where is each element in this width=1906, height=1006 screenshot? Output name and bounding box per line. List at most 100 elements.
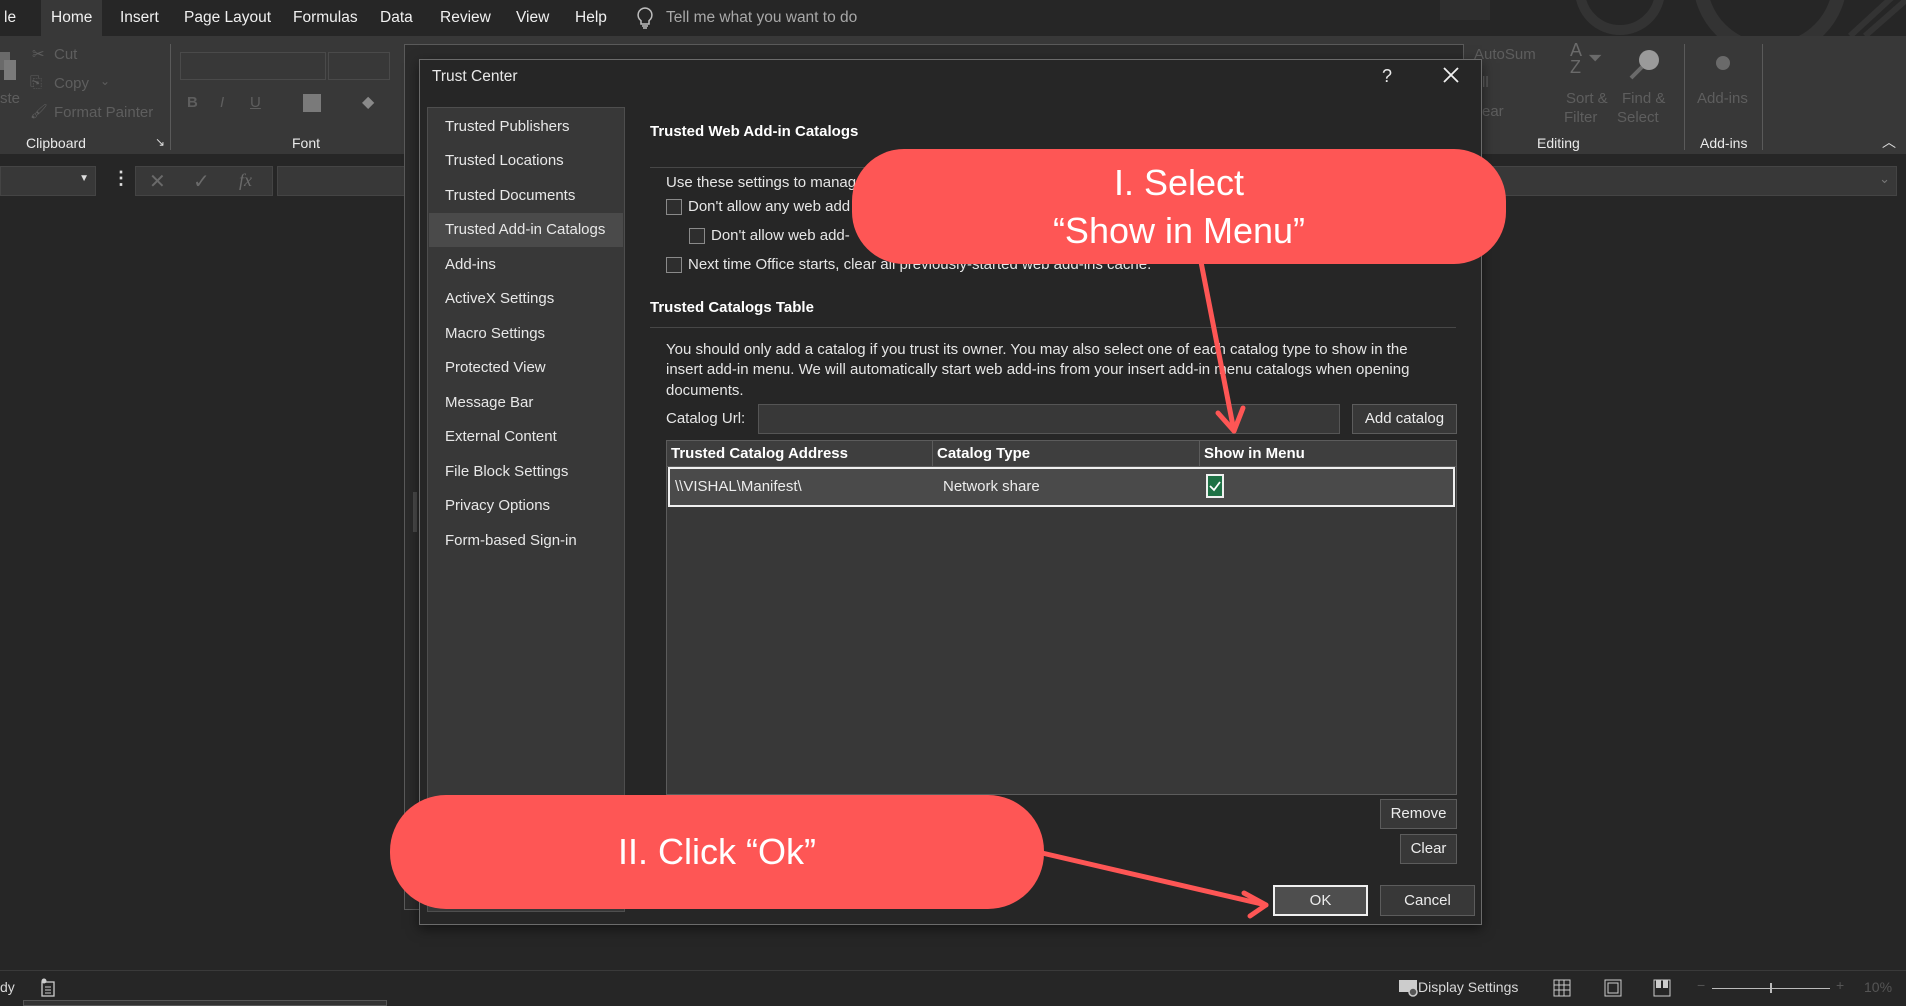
tab-page-layout[interactable]: Page Layout xyxy=(174,0,281,36)
zoom-slider-thumb[interactable] xyxy=(1770,983,1772,993)
column-header-show-in-menu[interactable]: Show in Menu xyxy=(1200,441,1456,467)
catalog-url-label: Catalog Url: xyxy=(666,410,746,427)
display-settings-icon[interactable] xyxy=(1398,979,1420,997)
callout1-line1: I. Select xyxy=(1113,161,1245,203)
bold-button[interactable]: B xyxy=(187,94,198,111)
show-in-menu-checkbox[interactable] xyxy=(1206,474,1224,498)
autosum-button[interactable]: AutoSum xyxy=(1474,46,1536,63)
copy-icon: ⎘ xyxy=(30,74,43,91)
borders-icon[interactable] xyxy=(303,94,321,112)
group-separator xyxy=(170,44,171,150)
cancel-button[interactable]: Cancel xyxy=(1380,885,1475,916)
sort-filter-label-1[interactable]: Sort & xyxy=(1566,90,1608,107)
sort-filter-label-2[interactable]: Filter xyxy=(1564,109,1597,126)
ok-button[interactable]: OK xyxy=(1273,885,1368,916)
collapse-ribbon-icon[interactable]: ︿ xyxy=(1882,132,1896,152)
nav-activex-settings[interactable]: ActiveX Settings xyxy=(429,282,623,316)
zoom-out-button[interactable]: − xyxy=(1697,977,1705,993)
remove-button[interactable]: Remove xyxy=(1380,799,1457,829)
italic-button[interactable]: I xyxy=(220,94,224,111)
accessibility-icon[interactable] xyxy=(40,978,56,998)
catalog-url-input[interactable] xyxy=(758,404,1340,434)
close-icon[interactable] xyxy=(1440,64,1462,86)
web-catalogs-title: Trusted Web Add-in Catalogs xyxy=(650,123,859,140)
font-group-label: Font xyxy=(292,135,321,151)
table-row[interactable]: \\VISHAL\Manifest\ Network share xyxy=(668,467,1455,507)
paste-icon xyxy=(0,52,16,80)
dont-allow-any-web-addins-label[interactable]: Don't allow any web add xyxy=(688,198,850,215)
zoom-in-button[interactable]: + xyxy=(1836,977,1844,993)
nav-file-block-settings[interactable]: File Block Settings xyxy=(429,455,623,489)
nav-trusted-publishers[interactable]: Trusted Publishers xyxy=(429,110,623,144)
column-header-type[interactable]: Catalog Type xyxy=(933,441,1200,467)
clear-addins-cache-checkbox[interactable] xyxy=(666,257,682,273)
page-break-preview-icon[interactable] xyxy=(1653,979,1671,997)
more-options-icon[interactable]: ⋮ xyxy=(112,168,130,189)
name-box-dropdown-icon[interactable]: ▼ xyxy=(79,173,89,184)
dont-allow-web-addins-store-label[interactable]: Don't allow web add- xyxy=(711,227,850,244)
tab-insert[interactable]: Insert xyxy=(110,0,169,36)
tab-review[interactable]: Review xyxy=(430,0,501,36)
find-select-label-2[interactable]: Select xyxy=(1617,109,1659,126)
sheet-tab-scrollbar[interactable] xyxy=(23,1000,387,1006)
copy-dropdown-icon: ⌄ xyxy=(100,74,111,88)
display-settings-button[interactable]: Display Settings xyxy=(1418,979,1518,995)
clipboard-launcher-icon[interactable]: ↘ xyxy=(155,135,165,149)
format-painter-button[interactable]: Format Painter xyxy=(54,104,153,121)
nav-external-content[interactable]: External Content xyxy=(429,420,623,454)
nav-trusted-locations[interactable]: Trusted Locations xyxy=(429,144,623,178)
editing-group-label: Editing xyxy=(1537,135,1580,151)
clear-format-button[interactable]: ear xyxy=(1482,103,1504,120)
find-select-label-1[interactable]: Find & xyxy=(1622,90,1665,107)
tab-view[interactable]: View xyxy=(506,0,559,36)
callout-select-show-in-menu: I. Select “Show in Menu” xyxy=(852,149,1506,264)
fill-color-icon[interactable]: ◆ xyxy=(362,92,374,112)
nav-protected-view[interactable]: Protected View xyxy=(429,351,623,385)
dont-allow-any-web-addins-checkbox[interactable] xyxy=(666,199,682,215)
group-separator xyxy=(1762,44,1763,150)
tab-data[interactable]: Data xyxy=(370,0,423,36)
catalog-type-cell: Network share xyxy=(943,478,1040,495)
addins-group-label: Add-ins xyxy=(1700,135,1748,151)
catalogs-description-line-3: documents. xyxy=(666,382,744,399)
clear-button[interactable]: Clear xyxy=(1400,834,1457,864)
tab-file[interactable]: le xyxy=(0,0,26,36)
nav-privacy-options[interactable]: Privacy Options xyxy=(429,489,623,523)
font-name-box[interactable] xyxy=(180,52,326,80)
addins-button[interactable]: Add-ins xyxy=(1697,90,1748,107)
dont-allow-web-addins-store-checkbox[interactable] xyxy=(689,228,705,244)
nav-message-bar[interactable]: Message Bar xyxy=(429,386,623,420)
callout2-text: II. Click “Ok” xyxy=(618,831,816,872)
addins-icon xyxy=(1716,56,1730,70)
underline-button[interactable]: U xyxy=(250,94,261,111)
insert-function-icon[interactable]: fx xyxy=(239,170,252,191)
background-scrollbar-thumb xyxy=(413,492,417,532)
font-size-box[interactable] xyxy=(328,52,390,80)
normal-view-icon[interactable] xyxy=(1553,979,1571,997)
copy-button[interactable]: Copy xyxy=(54,75,89,92)
nav-macro-settings[interactable]: Macro Settings xyxy=(429,317,623,351)
clipboard-group-label: Clipboard xyxy=(26,135,86,151)
cut-button[interactable]: Cut xyxy=(54,46,77,63)
fill-button[interactable]: ll xyxy=(1482,74,1489,91)
confirm-entry-icon[interactable]: ✓ xyxy=(193,169,210,194)
help-button[interactable]: ? xyxy=(1382,66,1392,87)
name-box[interactable]: ▼ xyxy=(0,166,96,196)
tab-help[interactable]: Help xyxy=(565,0,617,36)
lightbulb-icon xyxy=(637,7,653,29)
tab-home[interactable]: Home xyxy=(41,0,103,36)
nav-addins[interactable]: Add-ins xyxy=(429,248,623,282)
catalog-address-cell: \\VISHAL\Manifest\ xyxy=(675,478,802,495)
tell-me-search[interactable]: Tell me what you want to do xyxy=(636,0,857,36)
page-layout-view-icon[interactable] xyxy=(1604,979,1622,997)
nav-form-based-sign-in[interactable]: Form-based Sign-in xyxy=(429,524,623,558)
nav-trusted-documents[interactable]: Trusted Documents xyxy=(429,179,623,213)
tab-formulas[interactable]: Formulas xyxy=(283,0,368,36)
column-header-address[interactable]: Trusted Catalog Address xyxy=(667,441,933,467)
expand-formula-icon[interactable]: ⌄ xyxy=(1879,171,1890,187)
paste-label[interactable]: ste xyxy=(0,90,20,107)
nav-trusted-addin-catalogs[interactable]: Trusted Add-in Catalogs xyxy=(429,213,623,247)
cancel-entry-icon[interactable]: ✕ xyxy=(149,169,166,194)
add-catalog-button[interactable]: Add catalog xyxy=(1352,404,1457,434)
zoom-level[interactable]: 10% xyxy=(1864,979,1892,995)
